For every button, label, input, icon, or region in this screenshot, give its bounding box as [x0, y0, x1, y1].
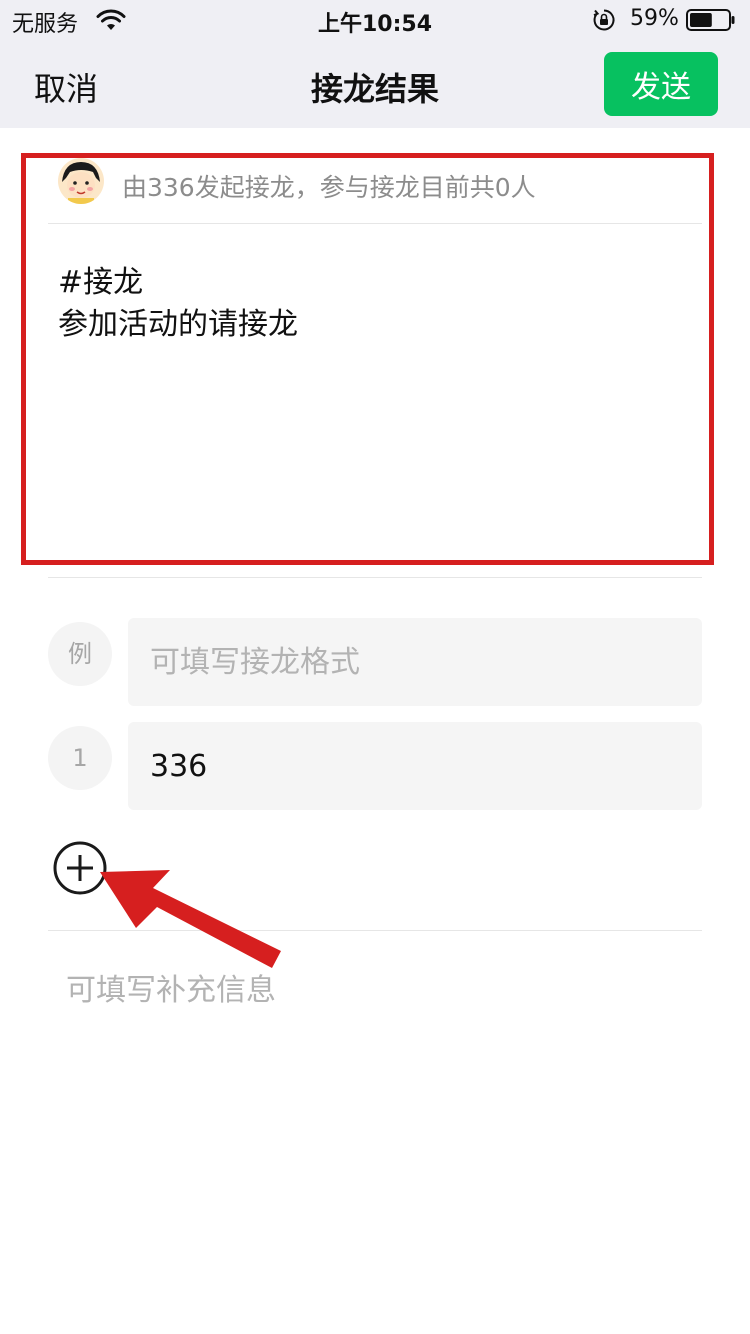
orientation-lock-icon: [593, 9, 615, 31]
example-badge: 例: [48, 622, 112, 686]
nav-bar: 取消 接龙结果 发送: [0, 40, 750, 128]
battery-percent: 59%: [630, 6, 679, 31]
battery-icon: [686, 9, 735, 31]
divider: [48, 577, 702, 578]
divider: [48, 930, 702, 931]
cancel-button[interactable]: 取消: [34, 64, 98, 110]
status-bar: 无服务 上午10:54 59%: [0, 0, 750, 40]
topic-textarea[interactable]: [58, 262, 688, 522]
format-input[interactable]: [128, 618, 702, 706]
initiator-text: 由336发起接龙，参与接龙目前共0人: [122, 173, 536, 202]
add-entry-button[interactable]: [52, 840, 108, 896]
initiator-info: 由336发起接龙，参与接龙目前共0人: [48, 150, 702, 224]
send-button[interactable]: 发送: [604, 52, 718, 116]
entry-number-badge: 1: [48, 726, 112, 790]
supplement-input[interactable]: [66, 962, 696, 1018]
avatar[interactable]: [58, 158, 104, 204]
entry-input[interactable]: [128, 722, 702, 810]
